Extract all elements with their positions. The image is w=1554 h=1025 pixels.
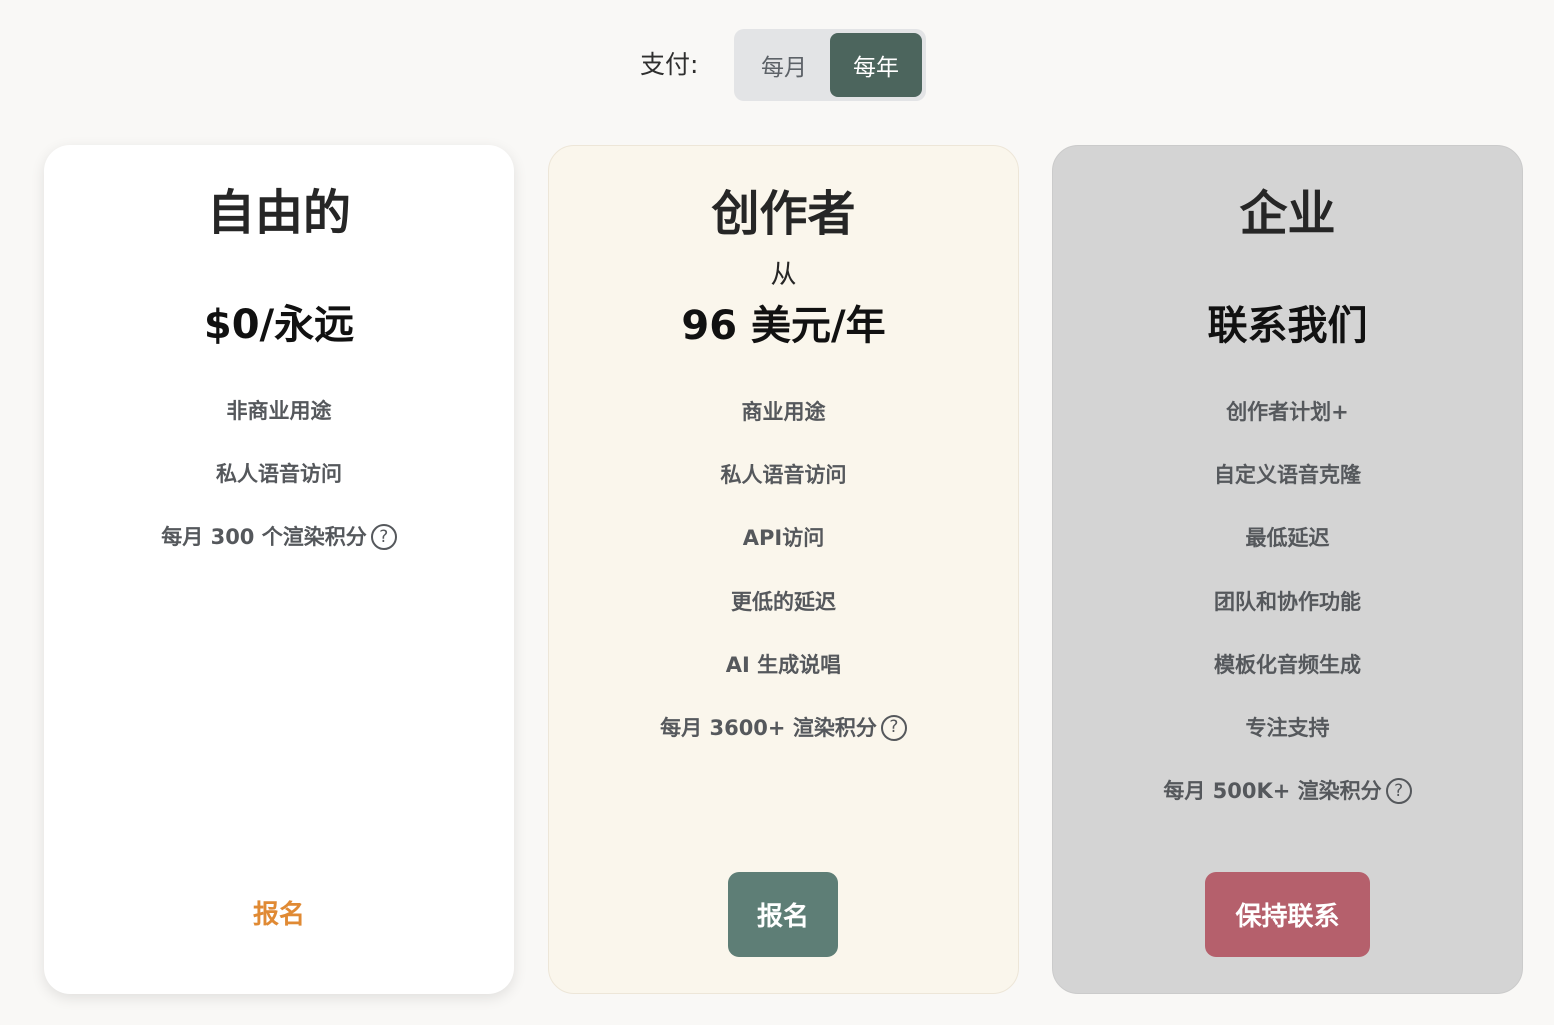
feature-item: 商业用途 [549,391,1018,454]
feature-item: 自定义语音克隆 [1053,454,1522,517]
feature-text: 每月 500K+ 渲染积分 [1163,779,1382,804]
plan-card-creator: 创作者 从 96 美元/年 商业用途 私人语音访问 API访问 更低的延迟 AI… [548,145,1019,994]
price-prefix: 从 [770,260,797,290]
help-icon[interactable]: ? [370,524,397,551]
feature-item: 团队和协作功能 [1053,581,1522,644]
feature-item: 更低的延迟 [549,581,1018,644]
help-icon[interactable]: ? [1385,778,1412,805]
feature-text: 非商业用途 [226,399,332,423]
feature-text: 私人语音访问 [720,463,847,488]
feature-text: AI 生成说唱 [725,652,842,677]
billing-label: 支付: [640,50,699,79]
feature-text: 团队和协作功能 [1214,589,1361,614]
feature-item: AI 生成说唱 [549,644,1018,707]
feature-text: 创作者计划+ [1226,400,1349,424]
feature-text: 模板化音频生成 [1214,652,1361,677]
plan-name: 自由的 [206,185,351,241]
billing-monthly-option[interactable]: 每月 [738,33,830,97]
billing-toggle: 每月 每年 [734,29,926,101]
feature-item: 最低延迟 [1053,517,1522,580]
plan-price: 96 美元/年 [681,303,886,349]
feature-item: 每月 300 个渲染积分? [44,516,514,579]
plan-price: 联系我们 [1207,303,1368,349]
feature-list: 商业用途 私人语音访问 API访问 更低的延迟 AI 生成说唱 每月 3600+… [549,391,1018,770]
feature-item: 私人语音访问 [549,454,1018,517]
plan-card-free: 自由的 $0/永远 非商业用途 私人语音访问 每月 300 个渲染积分? 报名 [44,145,514,994]
plan-price: $0/永远 [203,302,355,348]
feature-text: 最低延迟 [1245,526,1330,551]
feature-item: 私人语音访问 [44,453,514,516]
help-icon[interactable]: ? [880,714,907,741]
feature-item: 每月 3600+ 渲染积分? [549,707,1018,770]
feature-item: 专注支持 [1053,707,1522,770]
feature-text: API访问 [742,526,825,551]
plan-card-enterprise: 企业 联系我们 创作者计划+ 自定义语音克隆 最低延迟 团队和协作功能 模板化音… [1052,145,1523,994]
feature-item: 每月 500K+ 渲染积分? [1053,770,1522,833]
plan-name: 企业 [1239,186,1336,242]
contact-button[interactable]: 保持联系 [1205,872,1370,957]
feature-text: 自定义语音克隆 [1214,463,1361,488]
feature-list: 非商业用途 私人语音访问 每月 300 个渲染积分? [44,390,514,580]
feature-text: 专注支持 [1245,715,1330,740]
feature-text: 每月 3600+ 渲染积分 [660,715,877,740]
feature-text: 商业用途 [741,400,826,424]
signup-link[interactable]: 报名 [44,895,514,935]
signup-button[interactable]: 报名 [728,872,838,957]
feature-text: 私人语音访问 [216,462,342,487]
billing-yearly-option[interactable]: 每年 [830,33,922,97]
feature-item: API访问 [549,517,1018,580]
feature-list: 创作者计划+ 自定义语音克隆 最低延迟 团队和协作功能 模板化音频生成 专注支持… [1053,391,1522,833]
feature-text: 更低的延迟 [731,589,836,614]
feature-text: 每月 300 个渲染积分 [161,525,367,550]
feature-item: 非商业用途 [44,390,514,453]
feature-item: 模板化音频生成 [1053,644,1522,707]
plan-name: 创作者 [711,186,856,242]
feature-item: 创作者计划+ [1053,391,1522,454]
